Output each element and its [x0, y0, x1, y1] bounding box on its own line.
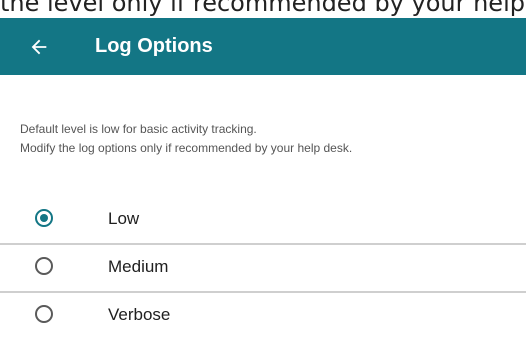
page-title: Log Options — [95, 35, 213, 57]
log-options-description: Default level is low for basic activity … — [20, 120, 510, 158]
radio-unselected-icon[interactable] — [35, 257, 53, 275]
description-line-2: Modify the log options only if recommend… — [20, 141, 353, 155]
log-level-option-medium[interactable]: Medium — [0, 245, 526, 293]
log-level-option-verbose[interactable]: Verbose — [0, 293, 526, 339]
log-level-option-low[interactable]: Low — [0, 197, 526, 245]
top-app-bar: Log Options — [0, 18, 526, 75]
option-label-verbose: Verbose — [108, 305, 171, 324]
arrow-left-icon — [31, 39, 47, 55]
option-label-low: Low — [108, 209, 140, 228]
back-button[interactable] — [18, 26, 60, 68]
log-level-options: Low Medium Verbose — [0, 197, 526, 339]
option-label-medium: Medium — [108, 257, 169, 276]
radio-unselected-icon[interactable] — [35, 305, 53, 323]
radio-selected-icon[interactable] — [35, 209, 53, 227]
description-line-1: Default level is low for basic activity … — [20, 122, 257, 136]
clipped-previous-description: the level only if recommended by your he… — [0, 0, 526, 17]
